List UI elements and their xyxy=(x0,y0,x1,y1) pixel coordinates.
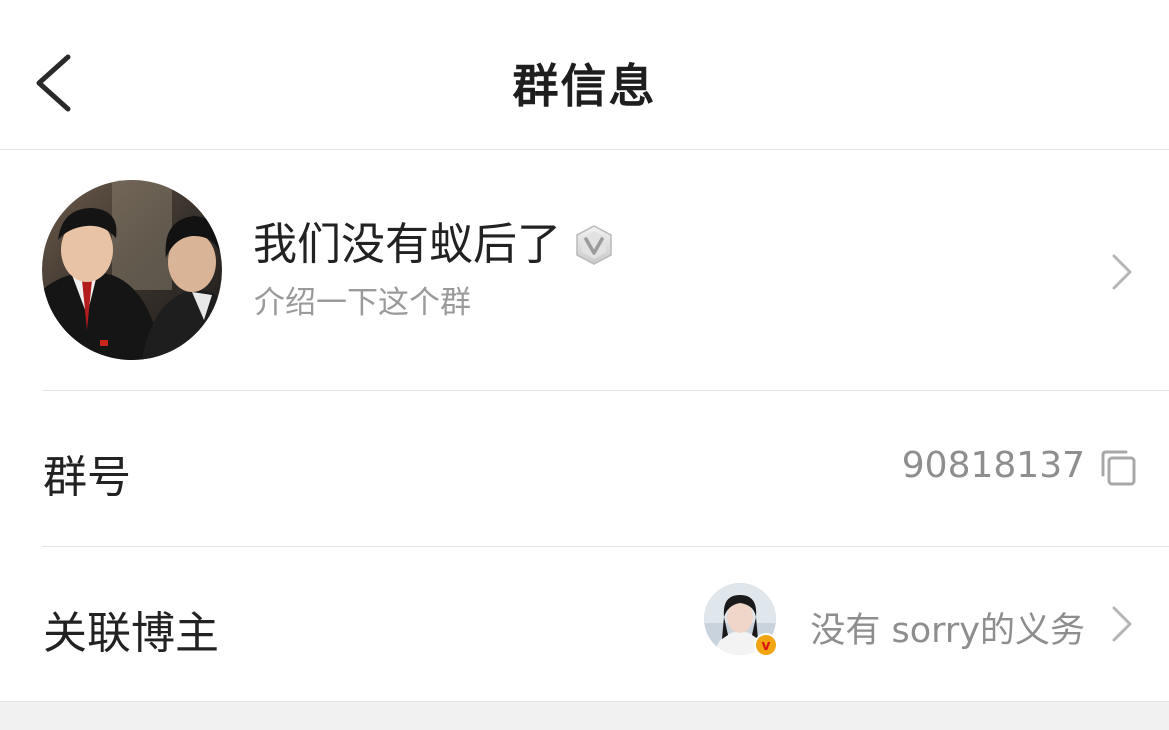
chevron-right-icon xyxy=(1112,254,1132,290)
linked-blogger-label: 关联博主 xyxy=(43,608,219,659)
group-profile-card[interactable]: 我们没有蚁后了 介绍一下这个群 xyxy=(0,151,1169,390)
group-description: 介绍一下这个群 xyxy=(254,285,471,321)
linked-blogger-row[interactable]: 关联博主 v 没有 sorry的义务 xyxy=(0,547,1169,701)
linked-blogger-name: 没有 sorry的义务 xyxy=(810,611,1085,651)
chevron-right-icon xyxy=(1112,606,1132,642)
group-number-value: 90818137 xyxy=(901,445,1085,486)
nav-bar: 群信息 xyxy=(0,0,1169,150)
page-title: 群信息 xyxy=(512,59,657,113)
group-name-row: 我们没有蚁后了 xyxy=(253,215,615,275)
group-number-row: 群号 90818137 xyxy=(0,391,1169,546)
group-number-label: 群号 xyxy=(43,452,131,503)
group-name: 我们没有蚁后了 xyxy=(253,219,561,270)
copy-icon[interactable] xyxy=(1099,449,1137,487)
verified-v-icon xyxy=(576,225,612,265)
section-separator xyxy=(0,701,1169,730)
blogger-avatar: v xyxy=(704,583,778,657)
group-avatar xyxy=(42,180,222,360)
vip-badge-icon: v xyxy=(754,633,778,657)
